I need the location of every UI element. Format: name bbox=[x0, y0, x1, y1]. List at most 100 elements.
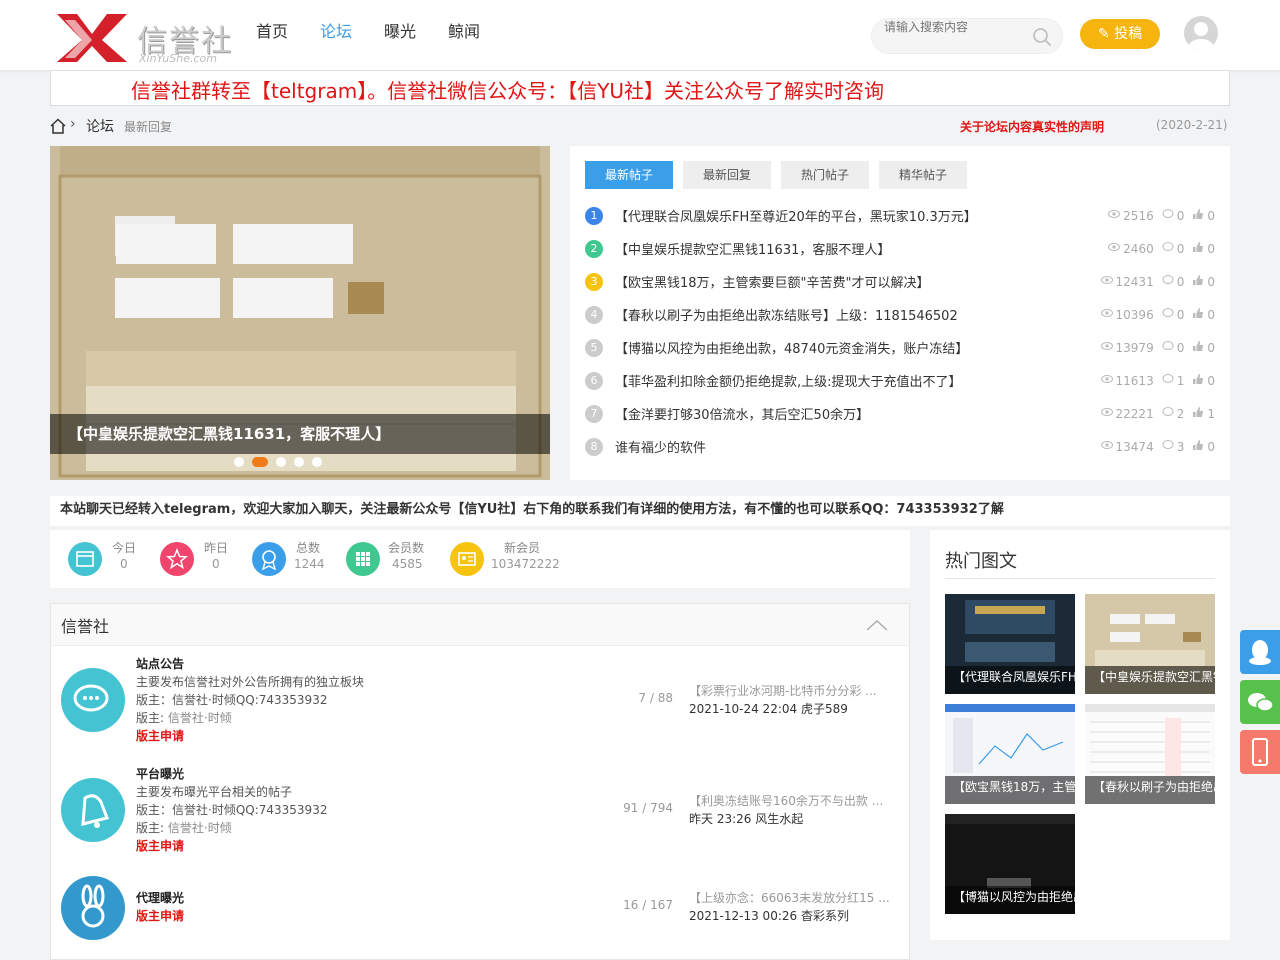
like-count: 0 bbox=[1207, 340, 1215, 355]
comment-icon bbox=[1162, 307, 1174, 322]
hot-thumb[interactable]: 【春秋以刷子为由拒绝出款冻结账号】上 bbox=[1085, 704, 1215, 804]
nav-news[interactable]: 鲸闻 bbox=[448, 0, 480, 70]
slider-dot[interactable] bbox=[276, 457, 286, 467]
image-slider[interactable]: 【中皇娱乐提款空汇黑钱11631，客服不理人】 bbox=[50, 146, 550, 480]
hot-thumb[interactable]: 【博猫以风控为由拒绝出款，48740元资 bbox=[945, 814, 1075, 914]
moderator-label: 版主: bbox=[136, 711, 165, 725]
hot-thumb[interactable]: 【中皇娱乐提款空汇黑钱11631，客服不 bbox=[1085, 594, 1215, 694]
board-last-meta: 2021-12-13 00:26 杳彩系列 bbox=[689, 909, 849, 923]
board-moderator-line: 版主：信誉社·时倾QQ:743353932 bbox=[136, 693, 328, 707]
slider-dot-active[interactable] bbox=[252, 457, 268, 467]
hot-thumb[interactable]: 【代理联合凤凰娱乐FH至尊近20年的平 bbox=[945, 594, 1075, 694]
apply-moderator-link[interactable]: 版主申请 bbox=[136, 907, 184, 924]
site-notice: 本站聊天已经转入telegram，欢迎大家加入聊天，关注最新公众号【信YU社】右… bbox=[50, 496, 1230, 526]
board-name[interactable]: 站点公告 bbox=[136, 655, 184, 672]
breadcrumb-latest[interactable]: 最新回复 bbox=[124, 118, 172, 135]
stat-label: 会员数 bbox=[388, 541, 425, 555]
site-logo[interactable]: 信誉社 XinYuShe.com bbox=[55, 12, 235, 66]
comment-icon bbox=[1162, 439, 1174, 454]
post-rank: 1 bbox=[585, 207, 603, 225]
post-title[interactable]: 【博猫以风控为由拒绝出款，48740元资金消失，账户冻结】 bbox=[615, 338, 968, 357]
slider-dot[interactable] bbox=[312, 457, 322, 467]
forum-header[interactable]: 信誉社 bbox=[51, 604, 909, 646]
moderator-name[interactable]: 信誉社·时倾 bbox=[168, 821, 232, 835]
reply-count: 0 bbox=[1176, 340, 1185, 355]
stat-new-member: 新会员 103472222 bbox=[450, 538, 590, 580]
post-row[interactable]: 5 【博猫以风控为由拒绝出款，48740元资金消失，账户冻结】 13979 0 0 bbox=[585, 332, 1215, 365]
post-row[interactable]: 1 【代理联合凤凰娱乐FH至尊近20年的平台，黑玩家10.3万元】 2516 0 0 bbox=[585, 200, 1215, 233]
wechat-icon bbox=[1248, 693, 1274, 712]
thumbs-up-icon bbox=[1192, 241, 1204, 256]
stat-yesterday: 昨日 0 bbox=[160, 538, 260, 580]
post-row[interactable]: 4 【春秋以刷子为由拒绝出款冻结账号】上级：1181546502 10396 0 0 bbox=[585, 299, 1215, 332]
wechat-contact-button[interactable] bbox=[1240, 680, 1280, 724]
tab-hot-posts[interactable]: 热门帖子 bbox=[781, 161, 869, 189]
post-title[interactable]: 【金洋要打够30倍流水，其后空汇50余万】 bbox=[615, 404, 869, 423]
post-stats: 2516 0 0 bbox=[1108, 208, 1215, 223]
post-rank: 4 bbox=[585, 306, 603, 324]
board-item[interactable]: 平台曝光 主要发布曝光平台相关的帖子 版主：信誉社·时倾QQ:743353932… bbox=[51, 762, 909, 870]
disclaimer-link[interactable]: 关于论坛内容真实性的声明 bbox=[960, 118, 1104, 135]
board-last-post[interactable]: 【彩票行业冰河期-比特币分分彩 ... bbox=[689, 682, 877, 699]
board-last-post[interactable]: 【利奥冻结账号160余万不与出款 ... bbox=[689, 792, 883, 809]
post-title[interactable]: 【春秋以刷子为由拒绝出款冻结账号】上级：1181546502 bbox=[615, 305, 958, 324]
eye-icon bbox=[1108, 241, 1121, 256]
moderator-name[interactable]: 信誉社·时倾 bbox=[168, 711, 232, 725]
hot-thumb[interactable]: 【欧宝黑钱18万，主管索要巨额辛苦 bbox=[945, 704, 1075, 804]
nav-home[interactable]: 首页 bbox=[256, 0, 288, 70]
post-row[interactable]: 3 【欧宝黑钱18万，主管索要巨额"辛苦费"才可以解决】 12431 0 0 bbox=[585, 266, 1215, 299]
breadcrumb-forum[interactable]: 论坛 bbox=[86, 116, 114, 136]
slider-dot[interactable] bbox=[234, 457, 244, 467]
tab-latest-replies[interactable]: 最新回复 bbox=[683, 161, 771, 189]
chevron-up-icon[interactable] bbox=[865, 618, 889, 632]
board-name[interactable]: 代理曝光 bbox=[136, 889, 184, 906]
stat-value: 0 bbox=[212, 557, 220, 571]
post-title[interactable]: 谁有福少的软件 bbox=[615, 437, 706, 456]
search-input[interactable] bbox=[884, 19, 1024, 35]
post-title[interactable]: 【菲华盈利扣除金额仍拒绝提款,上级:提现大于充值出不了】 bbox=[615, 371, 962, 390]
post-stats: 22221 2 1 bbox=[1100, 406, 1215, 421]
search-icon[interactable] bbox=[1032, 27, 1052, 47]
stat-value: 4585 bbox=[392, 557, 423, 571]
board-item[interactable]: 站点公告 主要发布信誉社对外公告所拥有的独立板块 版主：信誉社·时倾QQ:743… bbox=[51, 652, 909, 760]
apply-moderator-link[interactable]: 版主申请 bbox=[136, 727, 184, 744]
post-row[interactable]: 7 【金洋要打够30倍流水，其后空汇50余万】 22221 2 1 bbox=[585, 398, 1215, 431]
view-count: 13979 bbox=[1115, 340, 1154, 355]
slider-dot[interactable] bbox=[294, 457, 304, 467]
mobile-icon bbox=[1252, 738, 1268, 766]
mobile-contact-button[interactable] bbox=[1240, 730, 1280, 774]
tab-featured-posts[interactable]: 精华帖子 bbox=[879, 161, 967, 189]
reply-count: 3 bbox=[1176, 439, 1185, 454]
nav-exposure[interactable]: 曝光 bbox=[384, 0, 416, 70]
qq-contact-button[interactable] bbox=[1240, 630, 1280, 674]
badge-icon bbox=[252, 542, 286, 576]
submit-post-button[interactable]: ✎ 投稿 bbox=[1080, 19, 1160, 49]
thumbs-up-icon bbox=[1192, 373, 1204, 388]
board-item[interactable]: 代理曝光 版主申请 16 / 167 【上级亦念：66063未发放分红15 ..… bbox=[51, 872, 909, 952]
post-title[interactable]: 【中皇娱乐提款空汇黑钱11631，客服不理人】 bbox=[615, 239, 890, 258]
board-name[interactable]: 平台曝光 bbox=[136, 765, 184, 782]
comment-icon bbox=[1162, 373, 1174, 388]
post-row[interactable]: 8 谁有福少的软件 13474 3 0 bbox=[585, 431, 1215, 464]
moderator-label: 版主: bbox=[136, 821, 165, 835]
views-stat: 10396 bbox=[1100, 307, 1154, 322]
tab-latest-posts[interactable]: 最新帖子 bbox=[585, 161, 673, 189]
post-row[interactable]: 6 【菲华盈利扣除金额仍拒绝提款,上级:提现大于充值出不了】 11613 1 0 bbox=[585, 365, 1215, 398]
post-row[interactable]: 2 【中皇娱乐提款空汇黑钱11631，客服不理人】 2460 0 0 bbox=[585, 233, 1215, 266]
slide-caption[interactable]: 【中皇娱乐提款空汇黑钱11631，客服不理人】 bbox=[50, 414, 550, 454]
board-last-post[interactable]: 【上级亦念：66063未发放分红15 ... bbox=[689, 889, 890, 906]
bell-icon bbox=[61, 778, 125, 842]
nav-forum[interactable]: 论坛 bbox=[320, 0, 352, 70]
home-icon[interactable] bbox=[50, 118, 66, 134]
post-title[interactable]: 【欧宝黑钱18万，主管索要巨额"辛苦费"才可以解决】 bbox=[615, 272, 930, 291]
rabbit-icon bbox=[61, 876, 125, 940]
like-count: 0 bbox=[1207, 241, 1215, 256]
apply-moderator-link[interactable]: 版主申请 bbox=[136, 837, 184, 854]
thumbs-up-icon bbox=[1192, 208, 1204, 223]
posts-panel: 最新帖子 最新回复 热门帖子 精华帖子 1 【代理联合凤凰娱乐FH至尊近20年的平… bbox=[570, 146, 1230, 480]
eye-icon bbox=[1100, 274, 1113, 289]
user-avatar[interactable] bbox=[1184, 16, 1218, 50]
post-title[interactable]: 【代理联合凤凰娱乐FH至尊近20年的平台，黑玩家10.3万元】 bbox=[615, 206, 977, 225]
thumbs-up-icon bbox=[1192, 274, 1204, 289]
comment-icon bbox=[1162, 208, 1174, 223]
